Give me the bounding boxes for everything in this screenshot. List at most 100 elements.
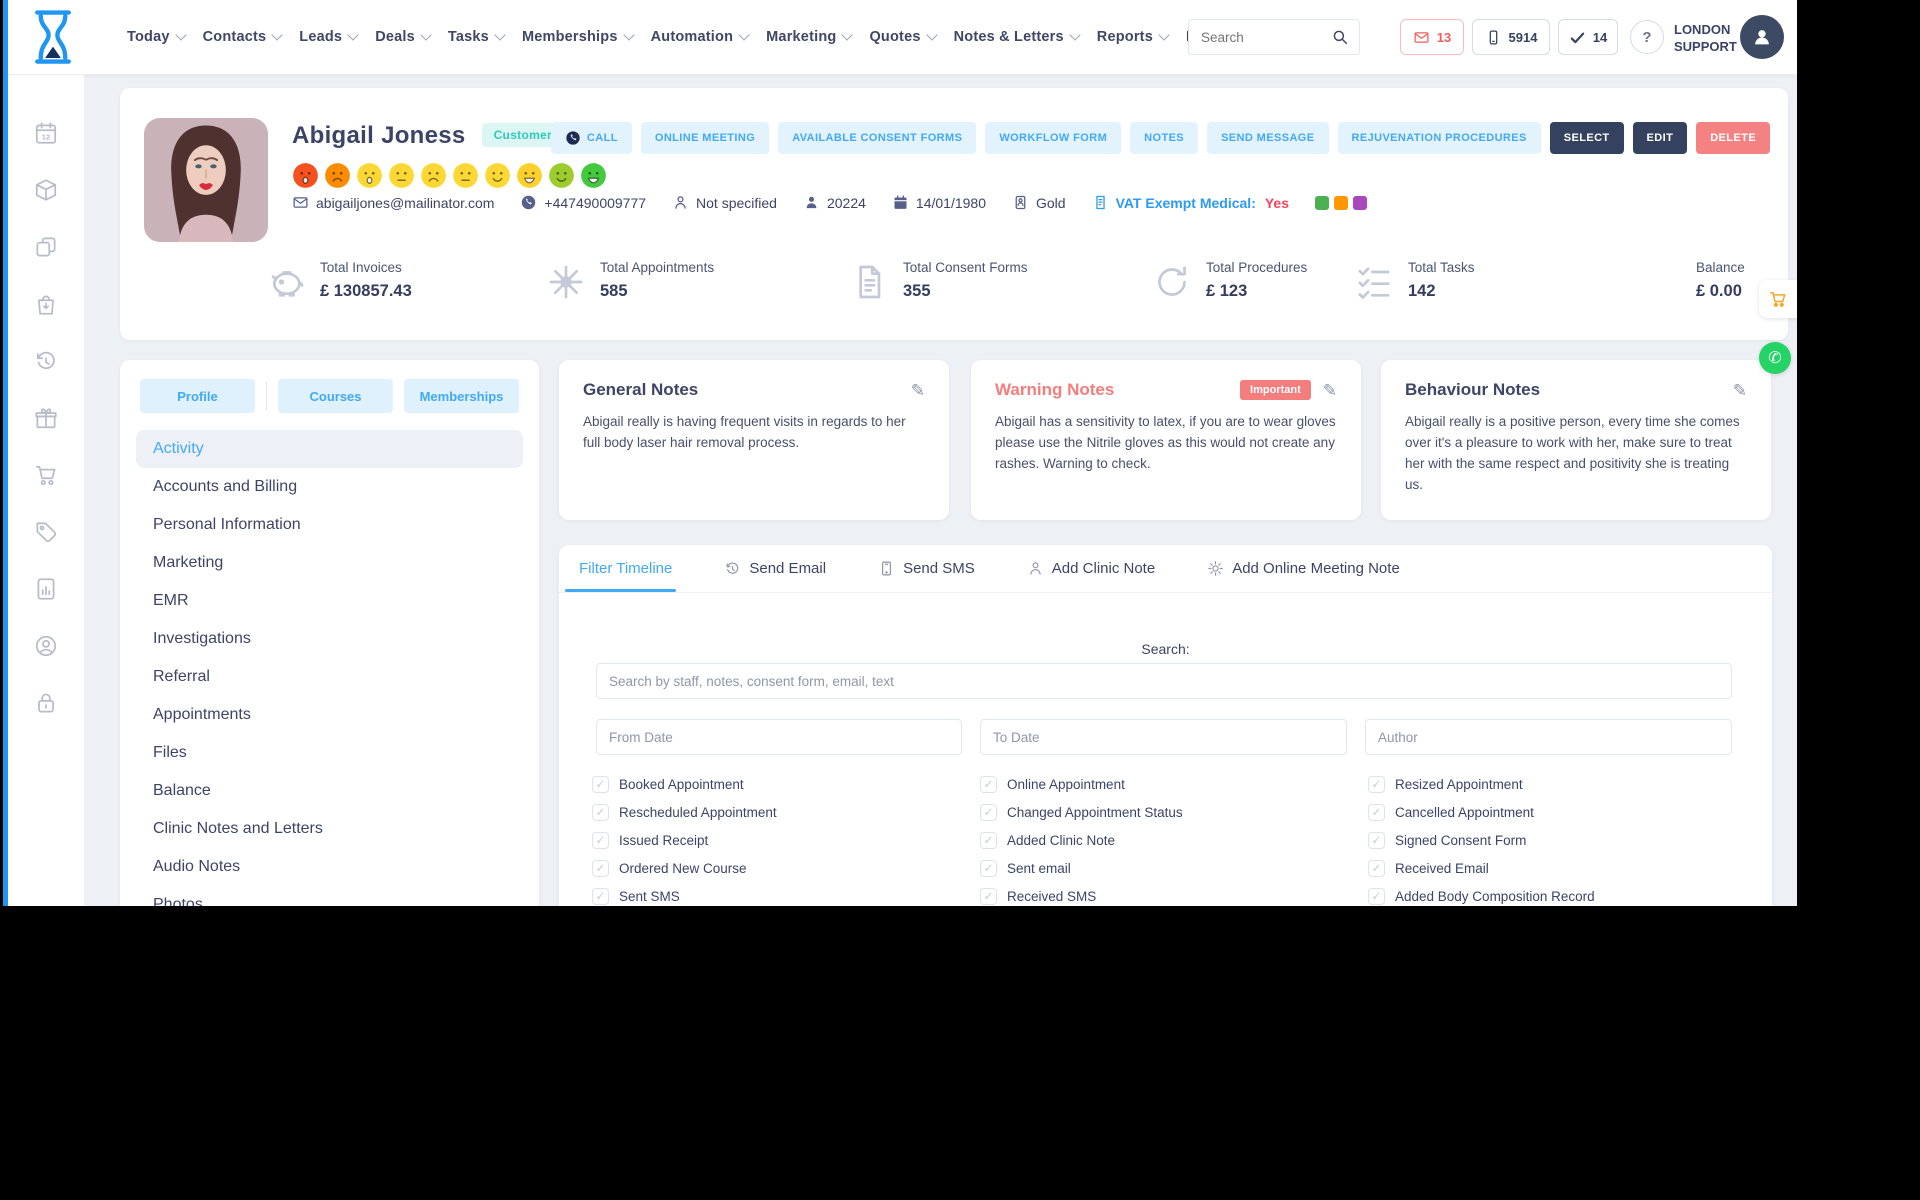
edit-pencil-icon[interactable]: ✎ — [1323, 382, 1337, 399]
tab-courses[interactable]: Courses — [278, 379, 393, 413]
filter-row-changed-appointment-status[interactable]: ✓ Changed Appointment Status — [980, 798, 1183, 826]
select-button[interactable]: SELECT — [1549, 122, 1624, 154]
timeline-tab-filter-timeline[interactable]: Filter Timeline — [564, 545, 677, 592]
copy-icon[interactable] — [33, 234, 59, 260]
history-icon[interactable] — [33, 348, 59, 374]
mood-emoji-3-sad-open-icon[interactable] — [356, 162, 383, 189]
filter-checkbox-online-appointment[interactable]: ✓ — [980, 775, 997, 793]
mood-emoji-7-smile-icon[interactable] — [484, 162, 511, 189]
sidebar-item-files[interactable]: Files — [136, 734, 523, 772]
filter-checkbox-booked-appointment[interactable]: ✓ — [592, 775, 609, 793]
filter-checkbox-changed-appointment-status[interactable]: ✓ — [980, 803, 997, 821]
workflow-form-button[interactable]: WORKFLOW FORM — [985, 122, 1122, 154]
nav-item-today[interactable]: Today — [118, 29, 194, 45]
rejuvenation-procedures-button[interactable]: REJUVENATION PROCEDURES — [1337, 122, 1541, 154]
phone-calls-button[interactable]: 5914 — [1472, 19, 1550, 55]
from-date-input[interactable] — [596, 719, 962, 755]
filter-checkbox-added-clinic-note[interactable]: ✓ — [980, 831, 997, 849]
send-message-button[interactable]: SEND MESSAGE — [1207, 122, 1329, 154]
filter-row-issued-receipt[interactable]: ✓ Issued Receipt — [592, 826, 777, 854]
filter-row-received-sms[interactable]: ✓ Received SMS — [980, 882, 1183, 906]
sidebar-item-investigations[interactable]: Investigations — [136, 620, 523, 658]
timeline-tab-send-sms[interactable]: Send SMS — [878, 545, 975, 592]
mood-emoji-9-smile-icon[interactable] — [548, 162, 575, 189]
sidebar-item-referral[interactable]: Referral — [136, 658, 523, 696]
whatsapp-button[interactable]: ✆ — [1759, 342, 1791, 374]
nav-item-quotes[interactable]: Quotes — [860, 29, 944, 45]
nav-item-notes-letters[interactable]: Notes & Letters — [945, 29, 1088, 45]
sidebar-item-clinic-notes-and-letters[interactable]: Clinic Notes and Letters — [136, 810, 523, 848]
sidebar-item-audio-notes[interactable]: Audio Notes — [136, 848, 523, 886]
filter-checkbox-signed-consent-form[interactable]: ✓ — [1368, 831, 1385, 849]
timeline-tab-send-email[interactable]: Send Email — [724, 545, 826, 592]
filter-checkbox-added-body-composition-record[interactable]: ✓ — [1368, 887, 1385, 905]
filter-checkbox-cancelled-appointment[interactable]: ✓ — [1368, 803, 1385, 821]
package-icon[interactable] — [33, 177, 59, 203]
timeline-tab-add-clinic-note[interactable]: Add Clinic Note — [1027, 545, 1155, 592]
tab-profile[interactable]: Profile — [140, 379, 255, 413]
to-date-input[interactable] — [980, 719, 1347, 755]
cart-icon[interactable] — [33, 462, 59, 488]
online-meeting-button[interactable]: ONLINE MEETING — [640, 122, 770, 154]
filter-row-ordered-new-course[interactable]: ✓ Ordered New Course — [592, 854, 777, 882]
nav-item-leads[interactable]: Leads — [290, 29, 366, 45]
tasks-button[interactable]: 14 — [1558, 19, 1618, 55]
filter-row-cancelled-appointment[interactable]: ✓ Cancelled Appointment — [1368, 798, 1595, 826]
filter-checkbox-ordered-new-course[interactable]: ✓ — [592, 859, 609, 877]
filter-checkbox-sent-sms[interactable]: ✓ — [592, 887, 609, 905]
mood-emoji-2-sad-icon[interactable] — [324, 162, 351, 189]
sidebar-item-personal-information[interactable]: Personal Information — [136, 506, 523, 544]
available-consent-forms-button[interactable]: AVAILABLE CONSENT FORMS — [778, 122, 977, 154]
filter-checkbox-issued-receipt[interactable]: ✓ — [592, 831, 609, 849]
filter-checkbox-sent-email[interactable]: ✓ — [980, 859, 997, 877]
delete-button[interactable]: DELETE — [1696, 122, 1770, 154]
gift-icon[interactable] — [33, 405, 59, 431]
tab-memberships[interactable]: Memberships — [404, 379, 519, 413]
timeline-tab-add-online-meeting-note[interactable]: Add Online Meeting Note — [1207, 545, 1400, 592]
sidebar-item-marketing[interactable]: Marketing — [136, 544, 523, 582]
mood-emoji-8-grin-icon[interactable] — [516, 162, 543, 189]
filter-row-online-appointment[interactable]: ✓ Online Appointment — [980, 770, 1183, 798]
sidebar-item-photos[interactable]: Photos — [136, 886, 523, 906]
sidebar-item-emr[interactable]: EMR — [136, 582, 523, 620]
author-input[interactable] — [1365, 719, 1732, 755]
mood-emoji-10-grin-icon[interactable] — [580, 162, 607, 189]
filter-row-rescheduled-appointment[interactable]: ✓ Rescheduled Appointment — [592, 798, 777, 826]
report-icon[interactable] — [33, 576, 59, 602]
timeline-search-input[interactable] — [596, 663, 1732, 699]
lock-icon[interactable] — [33, 690, 59, 716]
filter-row-received-email[interactable]: ✓ Received Email — [1368, 854, 1595, 882]
filter-checkbox-resized-appointment[interactable]: ✓ — [1368, 775, 1385, 793]
nav-item-marketing[interactable]: Marketing — [757, 29, 860, 45]
shop-cart-button[interactable] — [1759, 280, 1797, 318]
color-tag[interactable] — [1353, 195, 1367, 210]
mood-emoji-6-neutral-icon[interactable] — [452, 162, 479, 189]
price-tag-icon[interactable] — [33, 519, 59, 545]
nav-item-deals[interactable]: Deals — [366, 29, 439, 45]
nav-item-contacts[interactable]: Contacts — [194, 29, 291, 45]
nav-item-tasks[interactable]: Tasks — [439, 29, 513, 45]
nav-item-automation[interactable]: Automation — [642, 29, 758, 45]
edit-pencil-icon[interactable]: ✎ — [1733, 382, 1747, 399]
user-circle-icon[interactable] — [33, 633, 59, 659]
shopping-bag-icon[interactable] — [33, 291, 59, 317]
filter-row-added-body-composition-record[interactable]: ✓ Added Body Composition Record — [1368, 882, 1595, 906]
help-button[interactable]: ? — [1630, 20, 1664, 54]
filter-row-added-clinic-note[interactable]: ✓ Added Clinic Note — [980, 826, 1183, 854]
sidebar-item-appointments[interactable]: Appointments — [136, 696, 523, 734]
filter-row-sent-email[interactable]: ✓ Sent email — [980, 854, 1183, 882]
calendar-icon[interactable]: 12 — [33, 120, 59, 146]
filter-checkbox-received-email[interactable]: ✓ — [1368, 859, 1385, 877]
sidebar-item-accounts-and-billing[interactable]: Accounts and Billing — [136, 468, 523, 506]
filter-row-resized-appointment[interactable]: ✓ Resized Appointment — [1368, 770, 1595, 798]
search-input[interactable] — [1189, 29, 1331, 45]
search-icon[interactable] — [1331, 28, 1349, 46]
user-avatar[interactable] — [1740, 15, 1784, 59]
notes-button[interactable]: NOTES — [1130, 122, 1199, 154]
edit-button[interactable]: EDIT — [1632, 122, 1688, 154]
call-button[interactable]: CALL — [550, 122, 632, 154]
color-tag[interactable] — [1334, 195, 1348, 210]
mood-emoji-4-neutral-icon[interactable] — [388, 162, 415, 189]
sidebar-item-balance[interactable]: Balance — [136, 772, 523, 810]
filter-row-booked-appointment[interactable]: ✓ Booked Appointment — [592, 770, 777, 798]
